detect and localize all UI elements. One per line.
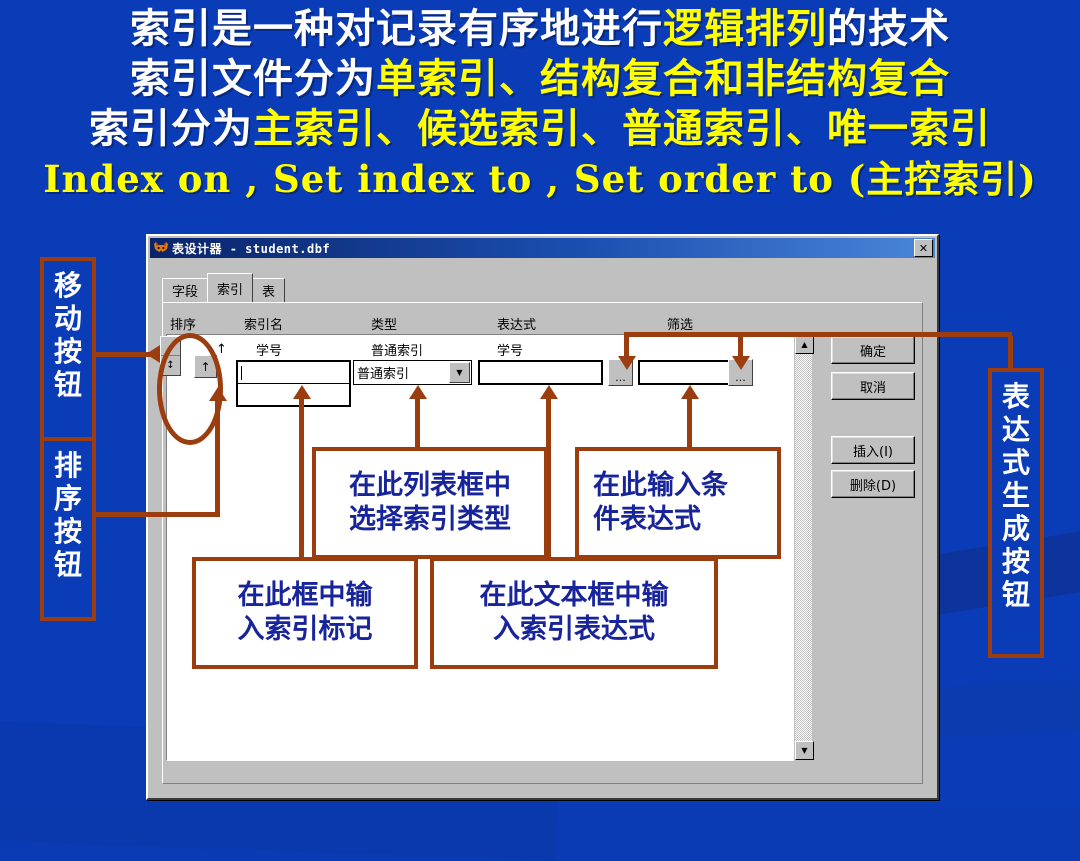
annotation-expression-builder-label: 表 达 式 生 成 按 钮	[988, 368, 1044, 658]
scroll-up-icon[interactable]: ▲	[795, 335, 814, 354]
note-line: 在此列表框中	[349, 470, 511, 501]
tab-fields-label: 字段	[172, 285, 199, 300]
note-line: 入索引标记	[237, 614, 373, 645]
grid-vertical-scrollbar[interactable]: ▲ ▼	[794, 334, 814, 761]
label-char: 成	[1001, 512, 1030, 545]
grid-column-headers: 排序 索引名 类型 表达式 筛选	[166, 312, 778, 334]
arrow-note-tag	[293, 385, 311, 399]
column-header-sort: 排序	[170, 317, 197, 333]
index-type-value: 普通索引	[357, 367, 410, 382]
insert-button[interactable]: 插入(I)	[831, 436, 915, 464]
arrow-note-filter	[681, 385, 699, 399]
label-char: 排	[53, 449, 82, 482]
index-expression-input[interactable]	[478, 360, 603, 385]
arrow-note-expression	[540, 385, 558, 399]
note-line: 入索引表达式	[493, 614, 655, 645]
heading-line-2: 索引文件分为单索引、结构复合和非结构复合	[0, 54, 1080, 104]
note-enter-filter-expression: 在此输入条 件表达式	[575, 447, 781, 559]
tab-fields[interactable]: 字段	[162, 278, 209, 302]
arrow-sort-button	[209, 387, 227, 401]
note-enter-index-tag: 在此框中输 入索引标记	[192, 557, 418, 669]
arrow-expression-builder	[618, 356, 636, 370]
connector-note-filter	[687, 398, 692, 450]
close-icon[interactable]: ✕	[914, 239, 933, 257]
tab-table[interactable]: 表	[252, 278, 286, 302]
connector-builder-left-stub	[624, 332, 629, 358]
label-char: 按	[53, 335, 82, 368]
connector-builder-down	[1008, 336, 1013, 370]
note-line: 件表达式	[593, 504, 701, 535]
tab-strip: 字段 索引 表	[162, 273, 286, 302]
connector-builder-top	[624, 332, 1012, 337]
tab-table-label: 表	[262, 285, 276, 300]
heading-line-3: 索引分为主索引、候选索引、普通索引、唯一索引	[0, 104, 1080, 154]
index-type-combobox[interactable]: 普通索引 ▼	[353, 360, 472, 385]
heading-line-1-yellow: 逻辑排列	[663, 5, 827, 52]
column-header-type: 类型	[371, 317, 398, 333]
connector-sort-button-horizontal	[92, 512, 220, 517]
annotation-move-button-label: 移 动 按 钮	[40, 257, 96, 441]
heading-line-4-text: Index on , Set index to , Set order to (…	[43, 157, 1037, 201]
arrow-note-type	[409, 385, 427, 399]
annotation-sort-button-label: 排 序 按 钮	[40, 437, 96, 621]
index-name-input[interactable]	[236, 360, 351, 385]
heading-line-1-white-a: 索引是一种对记录有序地进行	[130, 5, 663, 52]
index-row-labels: ↑ 学号 普通索引 学号	[166, 336, 778, 362]
chevron-down-icon[interactable]: ▼	[449, 362, 470, 383]
scroll-down-icon[interactable]: ▼	[795, 741, 814, 760]
label-char: 表	[1001, 380, 1030, 413]
label-char: 钮	[1001, 578, 1030, 611]
label-char: 移	[53, 269, 82, 302]
heading-line-2-white: 索引文件分为	[130, 55, 376, 102]
label-char: 按	[1001, 545, 1030, 578]
row-expression: 学号	[497, 343, 524, 359]
index-filter-input[interactable]	[638, 360, 733, 385]
label-char: 钮	[53, 548, 82, 581]
heading-line-1-white-b: 的技术	[827, 5, 950, 52]
row-index-name: 学号	[256, 343, 283, 359]
row-type: 普通索引	[371, 343, 424, 359]
tab-index[interactable]: 索引	[207, 273, 254, 302]
note-line: 在此文本框中输	[479, 580, 669, 611]
cancel-button[interactable]: 取消	[831, 372, 915, 400]
column-header-expression: 表达式	[497, 317, 537, 333]
label-char: 序	[53, 482, 82, 515]
label-char: 按	[53, 515, 82, 548]
label-char: 生	[1001, 479, 1030, 512]
heading-line-3-white: 索引分为	[89, 105, 253, 152]
heading-line-2-yellow: 单索引、结构复合和非结构复合	[376, 55, 950, 102]
delete-button[interactable]: 删除(D)	[831, 470, 915, 498]
connector-sort-button-vertical	[215, 400, 220, 517]
column-header-filter: 筛选	[667, 317, 694, 333]
ok-button[interactable]: 确定	[831, 336, 915, 364]
heading-line-4: Index on , Set index to , Set order to (…	[0, 154, 1080, 204]
label-char: 式	[1001, 446, 1030, 479]
connector-note-type	[415, 398, 420, 450]
note-line: 在此输入条	[593, 470, 728, 501]
heading-line-3-yellow: 主索引、候选索引、普通索引、唯一索引	[253, 105, 991, 152]
note-line: 在此框中输	[237, 580, 373, 611]
dialog-titlebar[interactable]: 表设计器 - student.dbf ✕	[150, 238, 935, 258]
text-cursor	[241, 365, 242, 380]
row-sort-mark: ↑	[216, 341, 227, 357]
label-char: 达	[1001, 413, 1030, 446]
connector-builder-right-stub	[738, 332, 743, 358]
tab-index-label: 索引	[217, 282, 244, 298]
label-char: 钮	[53, 368, 82, 401]
dialog-title: 表设计器 - student.dbf	[172, 241, 331, 256]
slide-heading: 索引是一种对记录有序地进行逻辑排列的技术 索引文件分为单索引、结构复合和非结构复…	[0, 4, 1080, 204]
arrow-move-button	[146, 345, 160, 363]
column-header-index-name: 索引名	[244, 317, 284, 333]
note-line: 选择索引类型	[349, 504, 511, 535]
note-select-index-type: 在此列表框中 选择索引类型	[312, 447, 548, 559]
heading-line-1: 索引是一种对记录有序地进行逻辑排列的技术	[0, 4, 1080, 54]
connector-note-tag	[299, 398, 304, 560]
arrow-filter-builder	[732, 356, 750, 370]
label-char: 动	[53, 302, 82, 335]
foxpro-icon	[153, 241, 169, 256]
note-enter-index-expression: 在此文本框中输 入索引表达式	[430, 557, 718, 669]
